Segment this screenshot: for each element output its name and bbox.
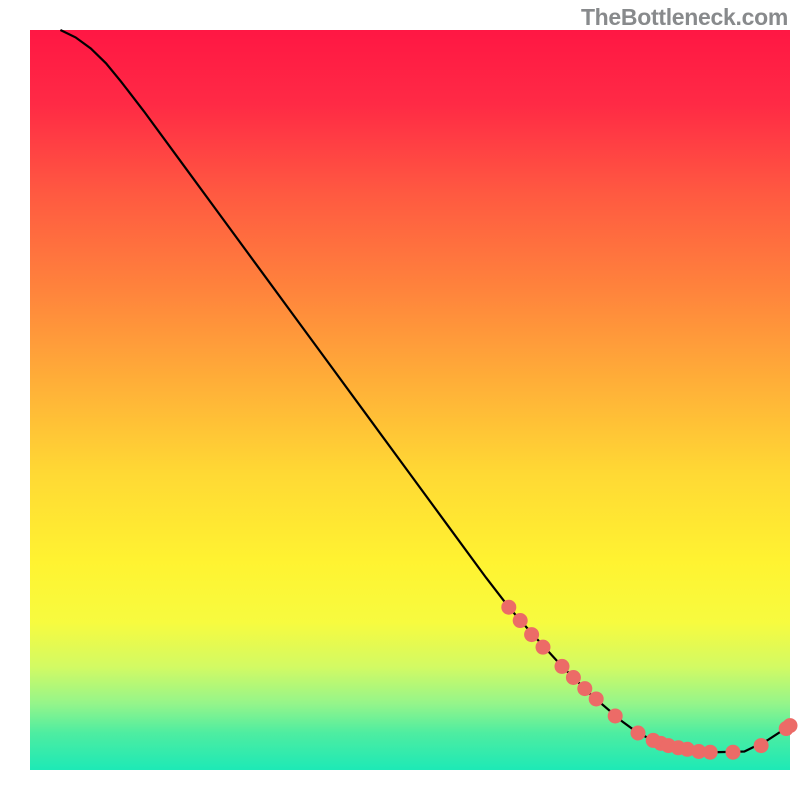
bottleneck-chart — [0, 0, 800, 800]
watermark-label: TheBottleneck.com — [581, 4, 788, 31]
marker-dot — [631, 726, 646, 741]
marker-dot — [608, 708, 623, 723]
marker-dot — [566, 670, 581, 685]
marker-dot — [754, 738, 769, 753]
marker-dot — [726, 745, 741, 760]
plot-background — [30, 30, 790, 770]
marker-dot — [536, 640, 551, 655]
marker-dot — [577, 681, 592, 696]
marker-dot — [524, 627, 539, 642]
chart-container: TheBottleneck.com — [0, 0, 800, 800]
marker-dot — [513, 613, 528, 628]
marker-dot — [703, 745, 718, 760]
marker-dot — [589, 691, 604, 706]
marker-dot — [501, 600, 516, 615]
marker-dot — [555, 659, 570, 674]
marker-dot — [783, 718, 798, 733]
